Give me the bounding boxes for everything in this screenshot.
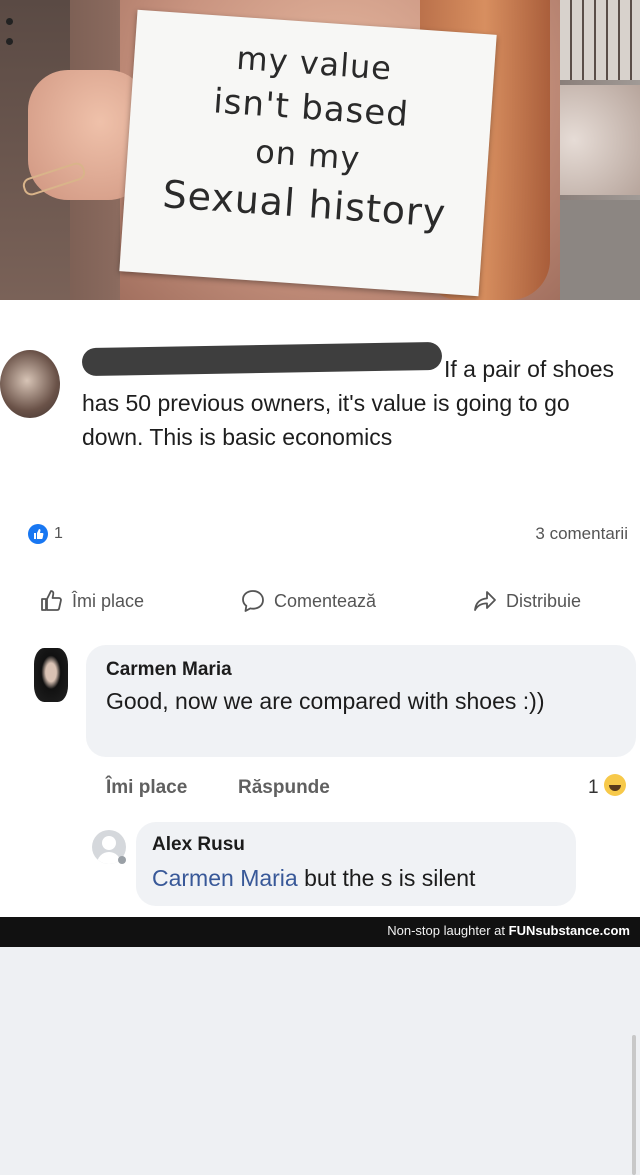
post-card: If a pair of shoes has 50 previous owner… [0, 300, 640, 1175]
comment-bubble: Alex Rusu Carmen Maria but the s is sile… [136, 822, 576, 906]
comments-count[interactable]: 3 comentarii [535, 524, 628, 544]
comment-text: Carmen Maria but the s is silent [152, 862, 475, 895]
comment-button[interactable]: Comentează [240, 588, 376, 614]
reaction-summary[interactable]: 1 [28, 524, 63, 544]
like-button[interactable]: Îmi place [38, 588, 144, 614]
post-action-bar: Îmi place Comentează Distribuie [0, 580, 640, 626]
like-button-label: Îmi place [72, 590, 145, 611]
post-photo[interactable]: my value isn't based on my Sexual histor… [0, 0, 640, 300]
wall-dot [6, 18, 13, 25]
comment-text: Good, now we are compared with shoes :)) [106, 688, 545, 714]
comment-icon [242, 590, 264, 612]
share-button-label: Distribuie [506, 590, 582, 611]
watermark-prefix: Non-stop laughter at [387, 923, 509, 938]
status-dot [118, 856, 126, 864]
comment-button-label: Comentează [274, 590, 377, 611]
commenter-name[interactable]: Carmen Maria [106, 659, 232, 681]
watermark-text: Non-stop laughter at FUNsubstance.com [387, 923, 630, 938]
comment-bubble: Carmen Maria Good, now we are compared w… [86, 645, 636, 757]
thumbs-up-icon [41, 590, 62, 611]
post-text: If a pair of shoes has 50 previous owner… [82, 356, 615, 450]
comment-reaction-count[interactable]: 1 [588, 777, 599, 799]
like-icon [28, 524, 48, 544]
comment-like-link[interactable]: Îmi place [106, 777, 187, 799]
scrollbar[interactable] [632, 1035, 636, 1175]
photo-window [548, 0, 640, 80]
commenter-name[interactable]: Alex Rusu [152, 834, 245, 856]
reaction-count: 1 [54, 525, 63, 542]
handwritten-sign: my value isn't based on my Sexual histor… [119, 9, 497, 297]
watermark-bar: Non-stop laughter at FUNsubstance.com [0, 917, 640, 947]
comment-text-body: but the s is silent [297, 865, 476, 891]
share-icon [474, 591, 496, 611]
author-avatar[interactable] [0, 350, 60, 418]
haha-icon [604, 774, 626, 796]
commenter-avatar[interactable] [34, 648, 68, 702]
share-button[interactable]: Distribuie [472, 588, 581, 614]
comment-mention[interactable]: Carmen Maria [152, 865, 298, 891]
watermark-brand: FUNsubstance.com [508, 923, 630, 938]
comment-reply-link[interactable]: Răspunde [238, 777, 330, 799]
wall-dot [6, 38, 13, 45]
